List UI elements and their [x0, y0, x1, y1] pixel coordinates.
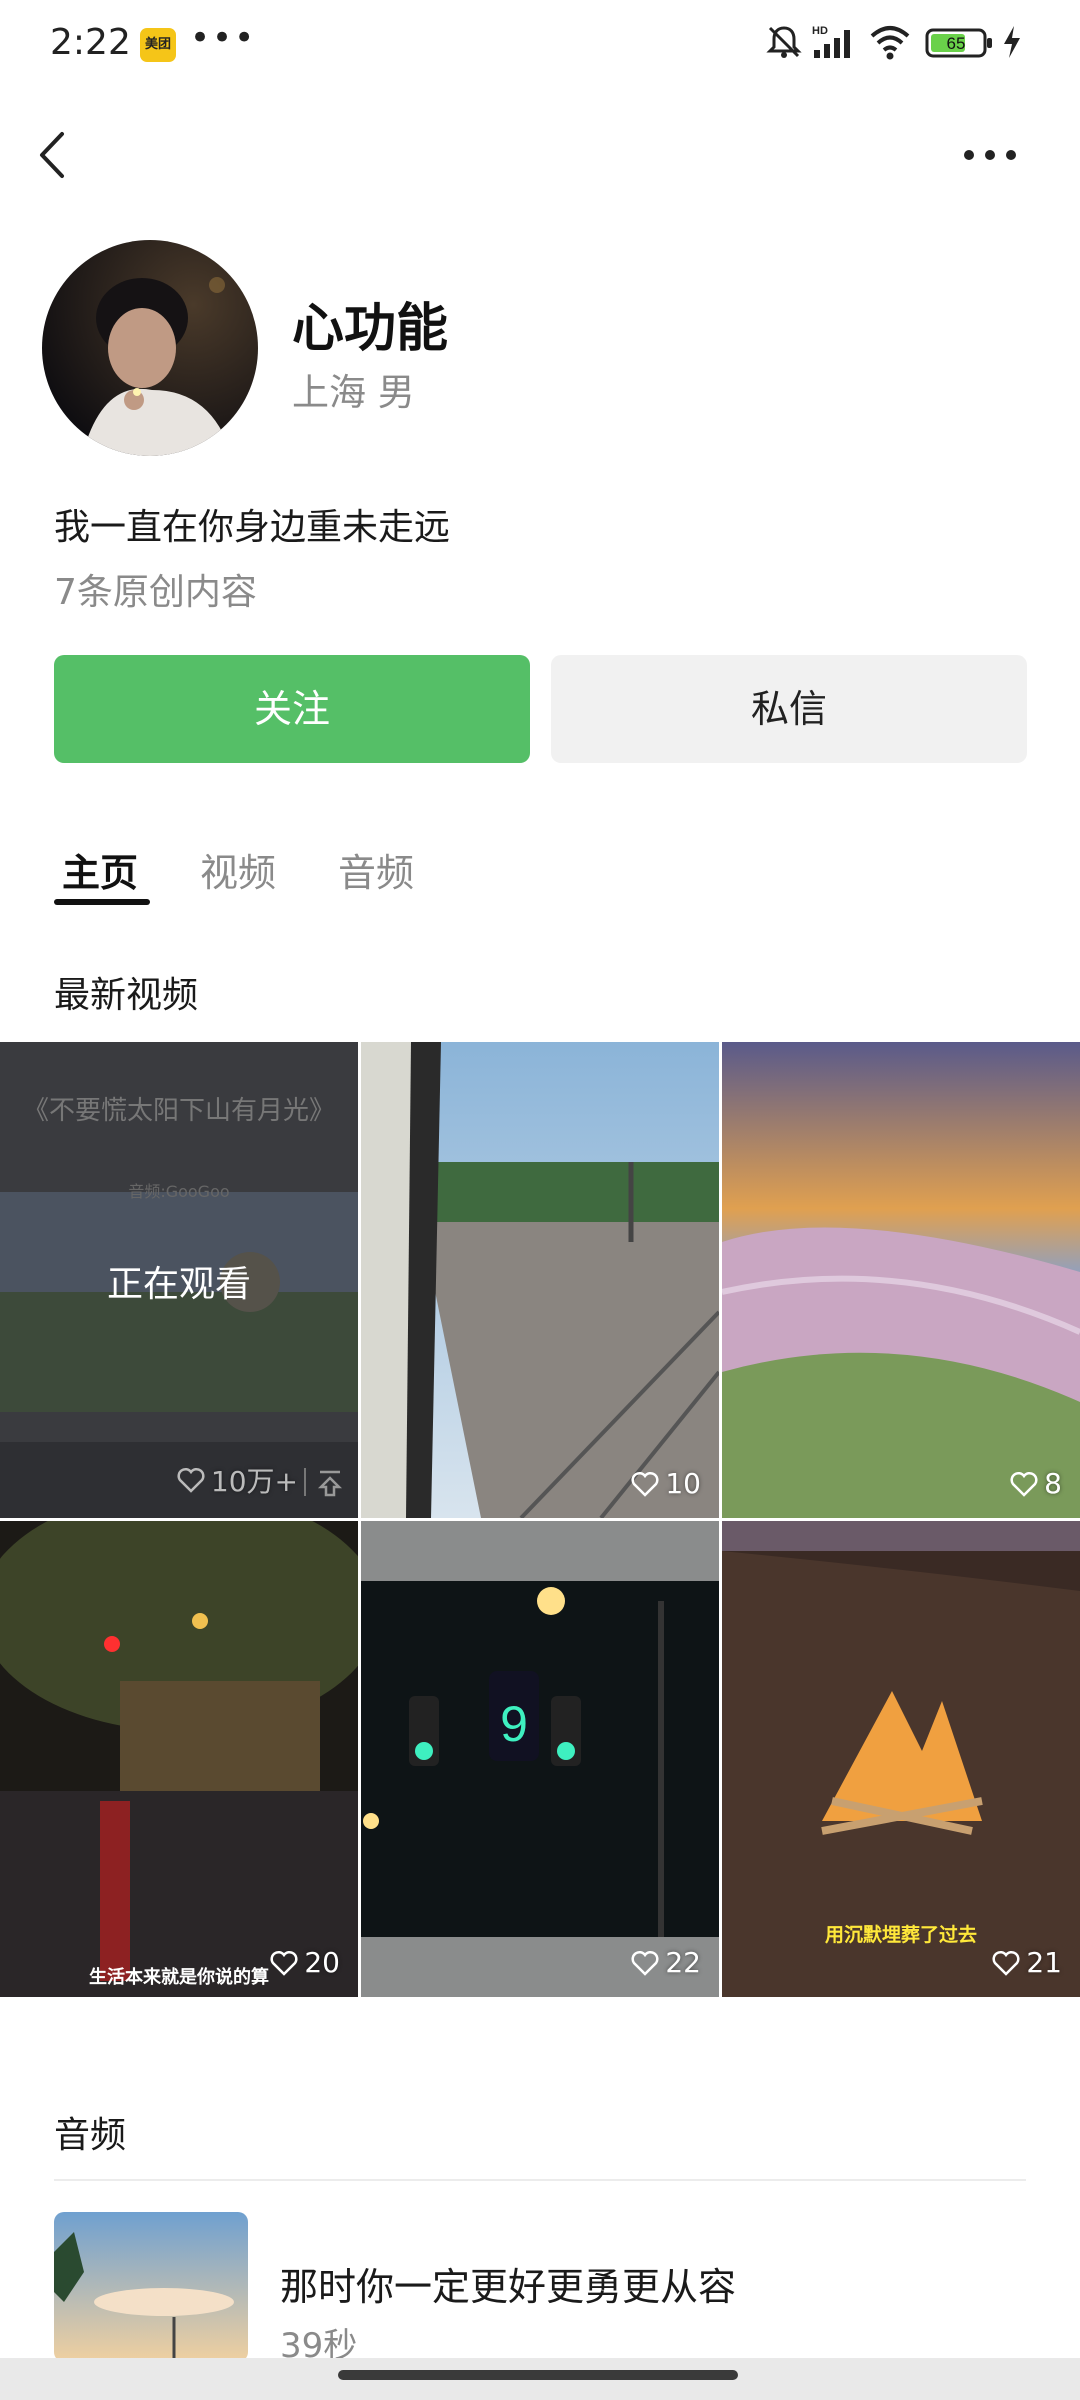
like-count: 22 [665, 1946, 701, 1979]
back-button[interactable] [30, 120, 80, 190]
tab-audio[interactable]: 音频 [338, 842, 414, 897]
video-6-likes: 21 [992, 1946, 1062, 1979]
profile-location: 上海 男 [292, 371, 415, 414]
video-thumbnail-4[interactable]: 生活本来就是你说的算 20 [0, 1521, 358, 1997]
section-divider [54, 2179, 1026, 2181]
more-notifications-icon: ••• [190, 18, 257, 58]
like-count: 20 [304, 1946, 340, 1979]
like-count: 10万+ [210, 1465, 298, 1498]
heart-icon [992, 1950, 1020, 1976]
video-1-subtitle-text: 音频:GooGoo [128, 1182, 230, 1201]
audio-cover-image [54, 2212, 248, 2362]
svg-text:HD: HD [812, 25, 828, 37]
video-3-likes: 8 [1010, 1467, 1062, 1500]
wifi-icon [870, 26, 910, 60]
heart-icon [1010, 1471, 1038, 1497]
profile-bio: 我一直在你身边重未走远 [54, 507, 451, 548]
status-time: 2:22 [50, 22, 131, 63]
video-thumbnail-2[interactable]: 10 [361, 1042, 719, 1518]
more-options-button[interactable] [955, 120, 1025, 190]
more-dots-icon [964, 150, 1016, 160]
follow-button[interactable]: 关注 [54, 655, 530, 763]
tab-videos[interactable]: 视频 [200, 842, 276, 897]
home-indicator[interactable] [338, 2370, 738, 2380]
video-thumbnail-6[interactable]: 用沉默埋葬了过去 21 [722, 1521, 1080, 1997]
svg-text:9: 9 [500, 1696, 528, 1752]
heart-icon [631, 1950, 659, 1976]
video-4-likes: 20 [270, 1946, 340, 1979]
meituan-app-icon: 美团 [140, 28, 176, 62]
video-thumbnail-3[interactable]: 8 [722, 1042, 1080, 1518]
video-6-caption: 用沉默埋葬了过去 [824, 1924, 977, 1946]
heart-icon [177, 1467, 205, 1493]
video-image-3 [722, 1042, 1080, 1518]
video-2-likes: 10 [631, 1467, 701, 1500]
like-count: 10 [665, 1467, 701, 1500]
audio-title[interactable]: 那时你一定更好更勇更从容 [280, 2256, 736, 2311]
divider [304, 1468, 306, 1496]
avatar-image [42, 240, 258, 456]
signal-hd-icon: HD [812, 25, 850, 58]
status-bar: 2:22 美团 ••• HD 65 [0, 0, 1080, 90]
like-count: 21 [1026, 1946, 1062, 1979]
chevron-left-icon [40, 132, 64, 178]
heart-icon [631, 1471, 659, 1497]
profile-name: 心功能 [292, 299, 449, 359]
like-count: 8 [1044, 1467, 1062, 1500]
video-image-5: 9 [361, 1521, 719, 1997]
battery-icon: 65 [925, 28, 992, 58]
heart-icon [270, 1950, 298, 1976]
audio-thumbnail[interactable] [54, 2212, 248, 2362]
video-1-likes: 10万+ [177, 1460, 298, 1500]
video-thumbnail-5[interactable]: 9 22 [361, 1521, 719, 1997]
active-tab-indicator [54, 899, 150, 905]
svg-text:65: 65 [947, 34, 966, 53]
audio-section-title: 音频 [54, 2115, 127, 2156]
video-1-title-text: 《不要慌太阳下山有月光》 [22, 1096, 335, 1126]
top-upload-icon [317, 1470, 343, 1497]
video-image-2 [361, 1042, 719, 1518]
mute-bell-icon [766, 26, 802, 58]
now-watching-label: 正在观看 [106, 1264, 251, 1305]
video-5-likes: 22 [631, 1946, 701, 1979]
content-count: 7条原创内容 [54, 572, 257, 613]
tab-home[interactable]: 主页 [62, 842, 138, 897]
avatar[interactable] [42, 240, 258, 456]
latest-videos-title: 最新视频 [54, 975, 199, 1016]
charging-icon [1004, 26, 1020, 58]
video-image-4 [0, 1521, 358, 1997]
video-thumbnail-1[interactable]: 《不要慌太阳下山有月光》 音频:GooGoo 正在观看 10万+ [0, 1042, 358, 1518]
message-button[interactable]: 私信 [551, 655, 1027, 763]
